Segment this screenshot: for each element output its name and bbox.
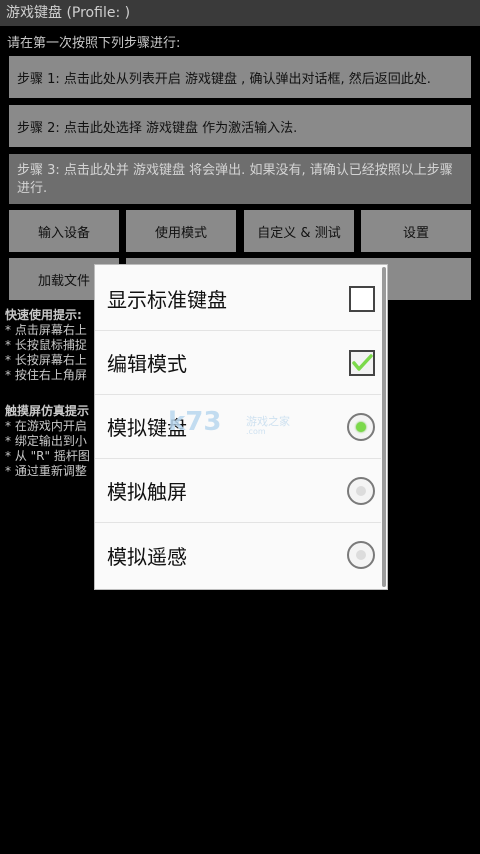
settings-button[interactable]: 设置 [361, 210, 471, 252]
option-simulate-joystick[interactable]: 模拟遥感 [95, 523, 381, 587]
step-2-label: 步骤 2: 点击此处选择 游戏键盘 作为激活输入法. [17, 120, 298, 136]
option-label: 模拟遥感 [107, 544, 187, 569]
radio-dot-icon [356, 485, 366, 496]
option-edit-mode[interactable]: 编辑模式 [95, 331, 381, 395]
app-title: 游戏键盘 (Profile: ) [6, 5, 131, 21]
intro-text: 请在第一次按照下列步骤进行: [7, 36, 181, 51]
input-device-button[interactable]: 输入设备 [9, 210, 119, 252]
option-show-standard-keyboard[interactable]: 显示标准键盘 [95, 267, 381, 331]
app-title-bar: 游戏键盘 (Profile: ) [0, 0, 480, 26]
simulate-touchscreen-radio[interactable] [347, 476, 375, 505]
input-device-label: 输入设备 [37, 225, 90, 241]
option-label: 模拟键盘 [107, 416, 187, 440]
option-simulate-touchscreen[interactable]: 模拟触屏 [95, 459, 381, 523]
dialog-scrollbar[interactable] [382, 267, 386, 587]
option-simulate-keyboard[interactable]: 模拟键盘 [95, 395, 381, 459]
option-label: 模拟触屏 [107, 480, 187, 504]
step-1-label: 步骤 1: 点击此处从列表开启 游戏键盘 , 确认弹出对话框, 然后返回此处. [17, 71, 431, 87]
customize-test-label: 自定义 & 测试 [257, 225, 341, 241]
show-keyboard-checkbox[interactable] [349, 285, 375, 312]
load-file-label: 加载文件 [37, 273, 90, 289]
mode-dialog: 显示标准键盘 编辑模式 模拟键盘 模拟触屏 模拟遥感 [95, 265, 387, 589]
screen: 游戏键盘 (Profile: ) 请在第一次按照下列步骤进行: 步骤 1: 点击… [0, 0, 480, 854]
step-1-button[interactable]: 步骤 1: 点击此处从列表开启 游戏键盘 , 确认弹出对话框, 然后返回此处. [9, 56, 471, 98]
use-mode-label: 使用模式 [154, 225, 207, 241]
edit-mode-checkbox[interactable] [349, 349, 375, 376]
option-label: 显示标准键盘 [107, 288, 227, 312]
use-mode-button[interactable]: 使用模式 [126, 210, 236, 252]
step-3-label: 步骤 3: 点击此处并 游戏键盘 将会弹出. 如果没有, 请确认已经按照以上步骤… [17, 163, 453, 196]
simulate-joystick-radio[interactable] [347, 541, 375, 569]
checkmark-icon [352, 353, 373, 371]
customize-test-button[interactable]: 自定义 & 测试 [244, 210, 354, 252]
step-3-button[interactable]: 步骤 3: 点击此处并 游戏键盘 将会弹出. 如果没有, 请确认已经按照以上步骤… [9, 154, 471, 204]
radio-dot-icon [356, 550, 366, 560]
settings-label: 设置 [402, 225, 429, 241]
step-2-button[interactable]: 步骤 2: 点击此处选择 游戏键盘 作为激活输入法. [9, 105, 471, 147]
option-label: 编辑模式 [107, 352, 187, 376]
simulate-keyboard-radio[interactable] [347, 412, 375, 441]
radio-dot-icon [356, 421, 366, 432]
